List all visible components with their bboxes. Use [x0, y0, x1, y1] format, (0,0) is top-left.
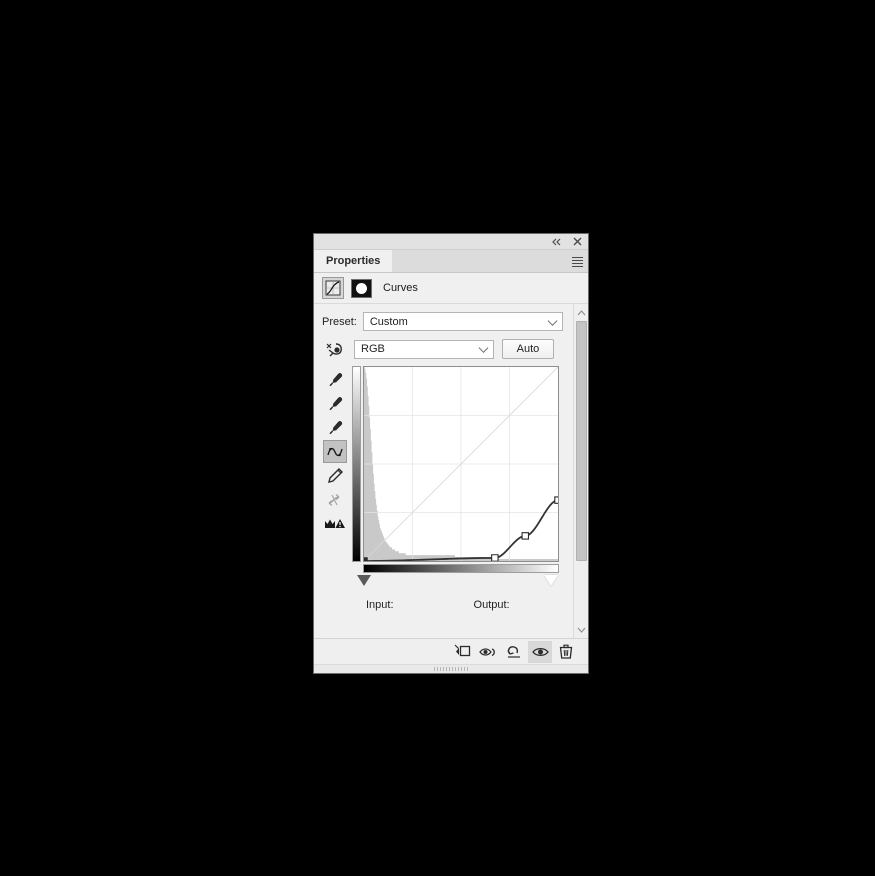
panel-tabstrip: Properties — [314, 250, 588, 273]
chevron-down-icon — [577, 627, 585, 633]
adjustment-title: Curves — [383, 282, 418, 294]
layer-mask-thumbnail[interactable] — [351, 278, 372, 298]
tab-properties-label: Properties — [326, 255, 381, 267]
output-label: Output: — [473, 599, 510, 611]
clip-to-layer-icon[interactable] — [450, 641, 474, 663]
black-point-slider[interactable] — [357, 575, 371, 586]
smooth-curve-icon — [323, 488, 347, 511]
toggle-layer-visibility-icon[interactable] — [528, 640, 552, 663]
sample-gray-eyedropper-icon[interactable] — [323, 368, 347, 391]
panel-bottom-toolbar — [314, 638, 588, 664]
input-gradient-bar — [363, 564, 559, 573]
collapse-panel-button[interactable] — [550, 236, 563, 248]
clip-to-layer-glyph-icon — [454, 644, 470, 657]
view-previous-state-icon[interactable] — [476, 641, 500, 663]
curves-plot-area[interactable] — [363, 366, 559, 562]
trash-glyph-icon — [559, 644, 573, 659]
close-icon — [573, 237, 582, 246]
curves-graph[interactable] — [352, 366, 559, 586]
curve-point-tool-icon[interactable] — [323, 440, 347, 463]
curves-glyph-icon — [325, 280, 341, 296]
input-group: Input: — [366, 599, 432, 611]
grip-dots-icon — [434, 667, 468, 671]
sample-black-point-eyedropper-icon[interactable] — [323, 392, 347, 415]
eyedropper-glyph-icon — [328, 397, 342, 411]
preset-select[interactable]: Custom — [362, 312, 563, 331]
preset-label: Preset: — [322, 315, 357, 328]
scrollbar-track[interactable] — [575, 319, 588, 623]
output-gradient-bar — [352, 366, 361, 562]
smooth-curve-glyph-icon — [328, 493, 340, 506]
auto-button[interactable]: Auto — [502, 339, 554, 359]
delete-adjustment-layer-icon[interactable] — [554, 641, 578, 663]
auto-options-icon[interactable] — [322, 339, 346, 359]
curve-control-point[interactable] — [492, 555, 498, 561]
hamburger-menu-icon — [571, 256, 583, 267]
channel-select[interactable]: RGB — [354, 339, 494, 359]
chevron-down-icon — [547, 315, 558, 326]
curves-adjustment-icon[interactable] — [322, 277, 344, 299]
io-spacer — [440, 599, 466, 611]
reset-arrow-glyph-icon — [507, 646, 520, 658]
auto-button-label: Auto — [516, 343, 540, 355]
curve-control-point[interactable] — [364, 558, 367, 561]
input-label: Input: — [366, 599, 394, 611]
panel-menu-button[interactable] — [566, 250, 588, 272]
scroll-up-arrow-icon[interactable] — [575, 306, 588, 319]
properties-panel: Properties Curves Preset: Custom RGB Aut… — [313, 233, 589, 674]
chevron-up-icon — [577, 309, 585, 315]
clipping-warning-icon[interactable] — [323, 512, 347, 535]
output-group: Output: — [474, 599, 548, 611]
preset-row: Preset: Custom — [322, 312, 563, 331]
mask-circle-icon — [356, 282, 367, 294]
eyedropper-glyph-icon — [328, 421, 342, 435]
chevron-down-icon — [478, 343, 489, 353]
auto-options-glyph-icon — [326, 342, 342, 356]
close-panel-button[interactable] — [571, 236, 584, 248]
eye-glyph-icon — [531, 647, 549, 656]
panel-body: Preset: Custom RGB Auto Input: Output: — [314, 304, 588, 638]
sample-white-point-eyedropper-icon[interactable] — [323, 416, 347, 439]
panel-titlebar — [314, 234, 588, 250]
pencil-glyph-icon — [327, 468, 343, 483]
curve-control-point[interactable] — [555, 497, 558, 503]
tab-properties[interactable]: Properties — [314, 250, 393, 272]
curves-content: Preset: Custom RGB Auto Input: Output: — [314, 304, 573, 638]
eyedropper-glyph-icon — [328, 373, 342, 387]
reset-adjustment-icon[interactable] — [502, 641, 526, 663]
scroll-down-arrow-icon[interactable] — [575, 623, 588, 636]
white-point-slider[interactable] — [544, 575, 558, 586]
scrollbar-thumb[interactable] — [575, 321, 587, 562]
panel-resize-grip[interactable] — [314, 664, 588, 673]
preset-value: Custom — [369, 315, 408, 328]
curves-toolbar — [322, 366, 348, 573]
curve-control-points[interactable] — [364, 367, 558, 561]
channel-value: RGB — [361, 343, 385, 355]
pencil-draw-curve-icon[interactable] — [323, 464, 347, 487]
curve-control-point[interactable] — [522, 533, 528, 539]
eye-previous-glyph-icon — [479, 647, 495, 656]
input-output-row: Input: Output: — [322, 599, 563, 611]
curve-glyph-icon — [327, 447, 343, 456]
panel-scrollbar[interactable] — [573, 304, 588, 638]
graph-region — [322, 366, 563, 586]
adjustment-header: Curves — [314, 273, 588, 304]
clipping-warning-glyph-icon — [325, 519, 345, 528]
double-chevron-left-icon — [552, 238, 561, 245]
channel-row: RGB Auto — [322, 339, 563, 359]
